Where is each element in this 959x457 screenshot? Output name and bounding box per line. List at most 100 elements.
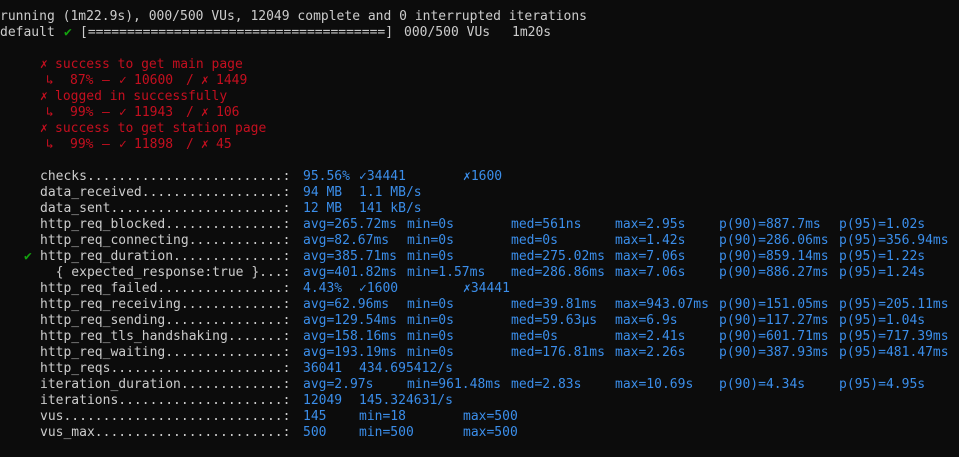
metric-row: iteration_duration.............: avg=2.97… <box>0 377 959 393</box>
metric-row: data_received..................: 94 MB 1.1… <box>0 185 959 201</box>
metric-threshold-icon: ✔ <box>24 249 32 264</box>
check-pass-icon: ✓ <box>119 137 127 152</box>
check-fail-icon: ✗ <box>201 105 209 120</box>
metric-min: min=0s <box>407 313 454 328</box>
check-fail-count: 45 <box>216 137 232 152</box>
metric-avg: avg=385.71ms <box>303 249 397 264</box>
terminal-window: running (1m22.9s), 000/500 VUs, 12049 co… <box>0 0 959 457</box>
metric-row: data_sent......................: 12 MB 141… <box>0 201 959 217</box>
metric-min: min=0s <box>407 345 454 360</box>
check-name: logged in successfully <box>55 89 228 104</box>
scenario-name: default <box>0 25 55 40</box>
metric-value: 94 MB <box>303 185 343 200</box>
metric-row: http_req_waiting...............: avg=193.… <box>0 345 959 361</box>
metric-label: checks.........................: <box>40 169 291 184</box>
check-separator: / <box>186 73 194 88</box>
metric-label: http_req_waiting...............: <box>40 345 291 360</box>
metric-med: med=286.86ms <box>511 265 605 280</box>
metric-label: vus_max........................: <box>40 425 291 440</box>
metric-value: 141 kB/s <box>359 201 422 216</box>
metric-p95: p(95)=4.95s <box>839 377 926 392</box>
metric-value: 145.324631/s <box>359 393 453 408</box>
metric-med: med=561ns <box>511 217 582 232</box>
metric-p90: p(90)=887.7ms <box>719 217 821 232</box>
metric-max: max=2.95s <box>615 217 686 232</box>
metric-min: min=961.48ms <box>407 377 501 392</box>
metric-med: med=275.02ms <box>511 249 605 264</box>
metric-label: http_req_sending...............: <box>40 313 291 328</box>
check-fail-icon: ✗ <box>40 57 48 72</box>
check-arrow-icon: ↳ <box>46 105 54 120</box>
check-name: success to get main page <box>55 57 243 72</box>
metric-max: max=2.26s <box>615 345 686 360</box>
metric-med: med=0s <box>511 329 558 344</box>
metric-label: iterations.....................: <box>40 393 291 408</box>
check-dash: – <box>102 73 110 88</box>
metric-label: http_req_failed................: <box>40 281 291 296</box>
metric-min: min=0s <box>407 249 454 264</box>
metric-med: med=2.83s <box>511 377 582 392</box>
metric-label: { expected_response:true }...: <box>40 265 291 280</box>
check-fail-icon: ✗ <box>40 89 48 104</box>
metric-p95: p(95)=356.94ms <box>839 233 949 248</box>
metric-row: http_req_receiving.............: avg=62.9… <box>0 297 959 313</box>
metric-p90: p(90)=151.05ms <box>719 297 829 312</box>
metric-value: 434.695412/s <box>359 361 453 376</box>
metric-min: min=0s <box>407 217 454 232</box>
metric-value: ✗1600 <box>463 169 503 184</box>
check-result-line: ↳ 99% – ✓ 11943 / ✗ 106 <box>0 105 600 121</box>
metric-avg: avg=129.54ms <box>303 313 397 328</box>
metric-p95: p(95)=717.39ms <box>839 329 949 344</box>
metric-min: min=1.57ms <box>407 265 486 280</box>
metric-avg: avg=158.16ms <box>303 329 397 344</box>
check-arrow-icon: ↳ <box>46 137 54 152</box>
check-name: success to get station page <box>55 121 267 136</box>
check-dash: – <box>102 137 110 152</box>
metric-max: max=2.41s <box>615 329 686 344</box>
metric-min: min=0s <box>407 297 454 312</box>
metric-row: http_reqs......................: 36041 434… <box>0 361 959 377</box>
metric-med: med=59.63µs <box>511 313 598 328</box>
check-result-line: ↳ 87% – ✓ 10600 / ✗ 1449 <box>0 73 600 89</box>
metric-min: min=0s <box>407 329 454 344</box>
metric-max: max=7.06s <box>615 265 686 280</box>
check-pass-count: 11943 <box>134 105 174 120</box>
check-pass-icon: ✓ <box>119 73 127 88</box>
metric-label: data_sent......................: <box>40 201 291 216</box>
scenario-check-icon: ✔ <box>64 25 72 40</box>
check-group: ✗ success to get station page <box>0 121 600 137</box>
metric-value: 95.56% <box>303 169 350 184</box>
check-fail-icon: ✗ <box>40 121 48 136</box>
metric-p95: p(95)=205.11ms <box>839 297 949 312</box>
metric-avg: avg=82.67ms <box>303 233 390 248</box>
metric-value: 145 <box>303 409 327 424</box>
metric-avg: avg=401.82ms <box>303 265 397 280</box>
metric-med: med=176.81ms <box>511 345 605 360</box>
metric-max: max=1.42s <box>615 233 686 248</box>
metric-row: http_req_sending...............: avg=129.… <box>0 313 959 329</box>
metric-p95: p(95)=1.02s <box>839 217 926 232</box>
metric-value: ✓34441 <box>359 169 406 184</box>
metric-value: 36041 <box>303 361 343 376</box>
metric-p90: p(90)=4.34s <box>719 377 806 392</box>
metric-value: 12 MB <box>303 201 343 216</box>
metric-row: iterations.....................: 12049 145… <box>0 393 959 409</box>
metric-avg: avg=265.72ms <box>303 217 397 232</box>
metric-med: med=0s <box>511 233 558 248</box>
metric-row: http_req_connecting............: avg=82.6… <box>0 233 959 249</box>
metric-avg: avg=193.19ms <box>303 345 397 360</box>
metric-max: max=10.69s <box>615 377 694 392</box>
metric-value: 4.43% <box>303 281 343 296</box>
check-percent: 99% <box>70 137 94 152</box>
metric-row: http_req_failed................: 4.43% ✓16… <box>0 281 959 297</box>
check-separator: / <box>186 105 194 120</box>
metric-p90: p(90)=117.27ms <box>719 313 829 328</box>
progress-bar: [======================================] <box>80 25 394 40</box>
check-fail-icon: ✗ <box>201 137 209 152</box>
metric-p95: p(95)=1.04s <box>839 313 926 328</box>
metric-value: 500 <box>303 425 327 440</box>
metric-p90: p(90)=859.14ms <box>719 249 829 264</box>
metric-p90: p(90)=387.93ms <box>719 345 829 360</box>
scenario-progress-line: default ✔ [=============================… <box>0 25 959 41</box>
check-group: ✗ logged in successfully <box>0 89 600 105</box>
